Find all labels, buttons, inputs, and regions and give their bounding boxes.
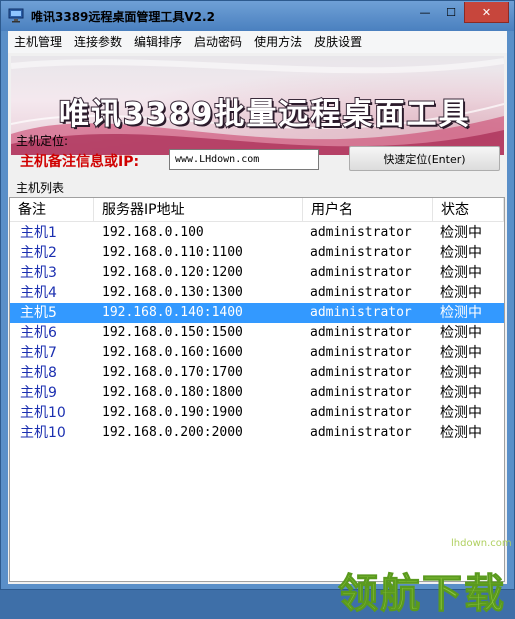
- host-status-cell: 检测中: [440, 425, 482, 441]
- host-user-cell: administrator: [310, 285, 412, 300]
- menu-edit-sort[interactable]: 编辑排序: [128, 31, 188, 53]
- client-area: 主机管理 连接参数 编辑排序 启动密码 使用方法 皮肤设置 唯讯3389批量远程…: [8, 31, 512, 618]
- column-header-status[interactable]: 状态: [433, 198, 504, 222]
- host-status-cell: 检测中: [440, 285, 482, 301]
- menu-host-management[interactable]: 主机管理: [8, 31, 68, 53]
- table-row[interactable]: 主机4 192.168.0.130:1300 administrator 检测中: [10, 283, 504, 303]
- host-ip-cell: 192.168.0.170:1700: [102, 365, 243, 380]
- host-name-cell: 主机8: [20, 365, 57, 381]
- host-name-cell: 主机10: [20, 405, 66, 421]
- menu-bar: 主机管理 连接参数 编辑排序 启动密码 使用方法 皮肤设置: [8, 31, 507, 53]
- host-user-cell: administrator: [310, 225, 412, 240]
- host-status-cell: 检测中: [440, 345, 482, 361]
- host-user-cell: administrator: [310, 425, 412, 440]
- watermark-url: lhdown.com: [451, 538, 512, 549]
- host-ip-cell: 192.168.0.160:1600: [102, 345, 243, 360]
- table-row[interactable]: 主机6 192.168.0.150:1500 administrator 检测中: [10, 323, 504, 343]
- host-ip-cell: 192.168.0.140:1400: [102, 305, 243, 320]
- host-status-cell: 检测中: [440, 245, 482, 261]
- host-ip-cell: 192.168.0.120:1200: [102, 265, 243, 280]
- table-row[interactable]: 主机2 192.168.0.110:1100 administrator 检测中: [10, 243, 504, 263]
- table-row[interactable]: 主机9 192.168.0.180:1800 administrator 检测中: [10, 383, 504, 403]
- table-row[interactable]: 主机10 192.168.0.200:2000 administrator 检测中: [10, 423, 504, 443]
- menu-usage[interactable]: 使用方法: [248, 31, 308, 53]
- menu-connection-params[interactable]: 连接参数: [68, 31, 128, 53]
- host-user-cell: administrator: [310, 265, 412, 280]
- host-ip-cell: 192.168.0.110:1100: [102, 245, 243, 260]
- close-button[interactable]: ✕: [464, 2, 509, 23]
- table-row[interactable]: 主机5 192.168.0.140:1400 administrator 检测中: [10, 303, 504, 323]
- column-header-note[interactable]: 备注: [10, 198, 94, 222]
- app-window: 唯讯3389远程桌面管理工具V2.2 — ☐ ✕ 主机管理 连接参数 编辑排序 …: [0, 0, 515, 618]
- table-row[interactable]: 主机8 192.168.0.170:1700 administrator 检测中: [10, 363, 504, 383]
- host-ip-cell: 192.168.0.100: [102, 225, 204, 240]
- host-status-cell: 检测中: [440, 225, 482, 241]
- column-header-username[interactable]: 用户名: [303, 198, 433, 222]
- window-title: 唯讯3389远程桌面管理工具V2.2: [31, 10, 215, 24]
- host-status-cell: 检测中: [440, 405, 482, 421]
- table-row[interactable]: 主机1 192.168.0.100 administrator 检测中: [10, 223, 504, 243]
- host-user-cell: administrator: [310, 385, 412, 400]
- host-name-cell: 主机4: [20, 285, 57, 301]
- host-status-cell: 检测中: [440, 305, 482, 321]
- host-name-cell: 主机3: [20, 265, 57, 281]
- host-user-cell: administrator: [310, 325, 412, 340]
- table-row[interactable]: 主机7 192.168.0.160:1600 administrator 检测中: [10, 343, 504, 363]
- host-user-cell: administrator: [310, 245, 412, 260]
- menu-startup-password[interactable]: 启动密码: [188, 31, 248, 53]
- host-ip-cell: 192.168.0.130:1300: [102, 285, 243, 300]
- host-user-cell: administrator: [310, 365, 412, 380]
- host-status-cell: 检测中: [440, 325, 482, 341]
- host-user-cell: administrator: [310, 305, 412, 320]
- minimize-button[interactable]: —: [412, 2, 438, 22]
- host-list-header: 备注 服务器IP地址 用户名 状态: [10, 198, 504, 222]
- watermark-text: 领航下载: [338, 571, 506, 618]
- maximize-button[interactable]: ☐: [438, 2, 464, 22]
- menu-skin-settings[interactable]: 皮肤设置: [308, 31, 368, 53]
- title-bar[interactable]: 唯讯3389远程桌面管理工具V2.2 — ☐ ✕: [1, 1, 514, 31]
- host-ip-cell: 192.168.0.190:1900: [102, 405, 243, 420]
- banner-title: 唯讯3389批量远程桌面工具: [58, 96, 471, 133]
- locate-group-label: 主机定位:: [16, 134, 69, 148]
- host-name-cell: 主机2: [20, 245, 57, 261]
- host-name-cell: 主机6: [20, 325, 57, 341]
- table-row[interactable]: 主机3 192.168.0.120:1200 administrator 检测中: [10, 263, 504, 283]
- host-status-cell: 检测中: [440, 385, 482, 401]
- host-name-cell: 主机10: [20, 425, 66, 441]
- host-status-cell: 检测中: [440, 365, 482, 381]
- banner: 唯讯3389批量远程桌面工具: [11, 56, 504, 155]
- table-row[interactable]: 主机10 192.168.0.190:1900 administrator 检测中: [10, 403, 504, 423]
- host-user-cell: administrator: [310, 405, 412, 420]
- column-header-ip[interactable]: 服务器IP地址: [94, 198, 303, 222]
- host-name-cell: 主机9: [20, 385, 57, 401]
- host-ip-cell: 192.168.0.180:1800: [102, 385, 243, 400]
- host-user-cell: administrator: [310, 345, 412, 360]
- quick-locate-button[interactable]: 快速定位(Enter): [349, 146, 500, 171]
- app-monitor-icon: [8, 8, 24, 23]
- host-status-cell: 检测中: [440, 265, 482, 281]
- host-search-input[interactable]: www.LHdown.com: [169, 149, 319, 170]
- host-list-label: 主机列表: [16, 181, 65, 195]
- host-ip-cell: 192.168.0.200:2000: [102, 425, 243, 440]
- host-name-cell: 主机5: [20, 305, 57, 321]
- host-ip-cell: 192.168.0.150:1500: [102, 325, 243, 340]
- locate-field-label: 主机备注信息或IP:: [20, 154, 140, 170]
- host-list-view[interactable]: 备注 服务器IP地址 用户名 状态 主机1 192.168.0.100 admini…: [9, 197, 505, 582]
- host-name-cell: 主机1: [20, 225, 57, 241]
- host-name-cell: 主机7: [20, 345, 57, 361]
